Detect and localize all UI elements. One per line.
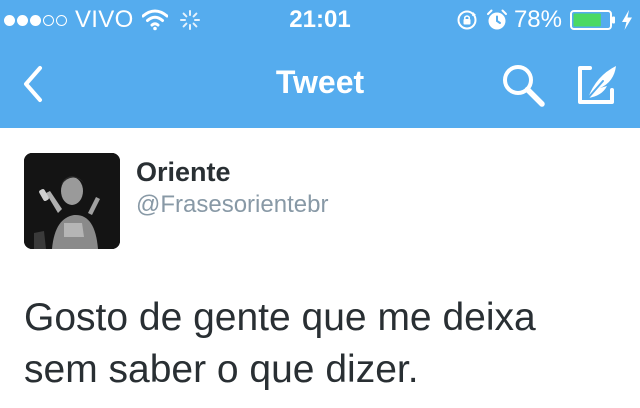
tweet-text-line-1: Gosto de gente que me deixa: [24, 296, 536, 339]
avatar[interactable]: [24, 153, 120, 249]
battery-percentage: 78%: [513, 6, 562, 33]
status-bar: VIVO 21:01 78%: [0, 0, 640, 40]
compose-tweet-button[interactable]: [570, 62, 620, 108]
search-button[interactable]: [500, 62, 546, 108]
compose-tweet-icon: [578, 66, 616, 104]
rotation-lock-icon: [457, 10, 477, 30]
alarm-icon: [486, 9, 507, 30]
avatar-photo-icon: [24, 153, 120, 249]
author-handle[interactable]: @Frasesorientebr: [136, 191, 328, 219]
charging-bolt-icon: [622, 10, 632, 30]
tweet-text: Gosto de gente que me deixa sem saber o …: [24, 292, 624, 396]
author-name[interactable]: Oriente: [136, 157, 231, 188]
nav-bar: Tweet: [0, 40, 640, 128]
tweet-text-line-2: sem saber o que dizer.: [24, 348, 419, 391]
battery-icon: [570, 10, 615, 30]
search-icon: [503, 65, 545, 107]
status-right: 78%: [456, 6, 634, 34]
